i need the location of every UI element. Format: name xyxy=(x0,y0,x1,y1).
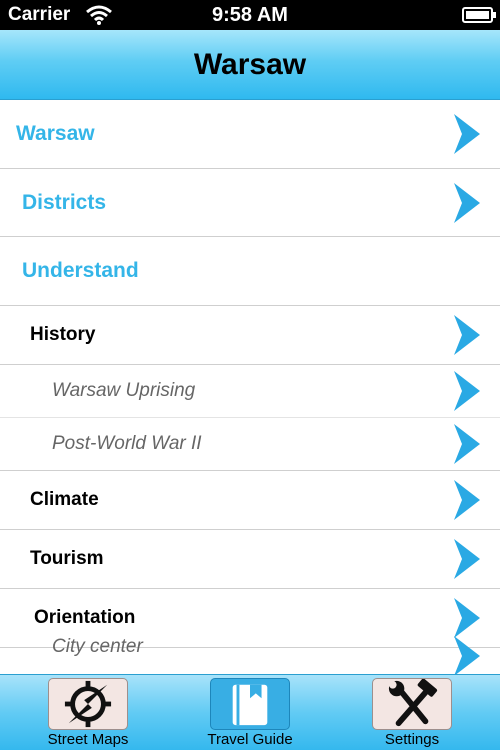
tab-label: Travel Guide xyxy=(207,731,293,748)
chevron-right-icon xyxy=(454,371,480,411)
tab-street-maps[interactable]: Street Maps xyxy=(8,675,168,750)
list-item-label: History xyxy=(30,324,96,345)
book-icon xyxy=(232,684,268,726)
status-time: 9:58 AM xyxy=(212,4,288,26)
list-item-tourism[interactable]: Tourism xyxy=(0,530,500,589)
chevron-right-icon xyxy=(454,480,480,520)
list-item-warsaw-uprising[interactable]: Warsaw Uprising xyxy=(0,365,500,418)
chevron-right-icon xyxy=(454,182,480,223)
list-item-label: Districts xyxy=(22,190,107,214)
list-item-label: Warsaw Uprising xyxy=(52,380,196,401)
tab-icon-box xyxy=(48,678,128,730)
list-item-history[interactable]: History xyxy=(0,306,500,365)
chevron-right-icon xyxy=(454,315,480,355)
tab-label: Street Maps xyxy=(47,731,129,748)
chevron-right-icon xyxy=(454,636,480,674)
list-item-label: City center xyxy=(52,636,143,657)
list-item-label: Understand xyxy=(22,259,139,282)
list-item-post-world-war-ii[interactable]: Post-World War II xyxy=(0,418,500,471)
chevron-right-icon xyxy=(454,539,480,579)
list-item-understand[interactable]: Understand xyxy=(0,237,500,306)
list-item-label: Post-World War II xyxy=(52,433,202,454)
list-item-label: Orientation xyxy=(34,607,136,628)
list-item-climate[interactable]: Climate xyxy=(0,471,500,530)
tools-icon xyxy=(388,678,438,727)
list-item-districts[interactable]: Districts xyxy=(0,169,500,237)
list-item-label: Climate xyxy=(30,489,99,510)
tab-icon-box xyxy=(210,678,290,730)
tab-label: Settings xyxy=(384,731,440,748)
tab-bar: Street Maps Travel Guide Settings xyxy=(0,674,500,750)
tab-travel-guide[interactable]: Travel Guide xyxy=(170,675,330,750)
chevron-right-icon xyxy=(454,598,480,638)
chevron-right-icon xyxy=(454,114,480,154)
list-item-label: Warsaw xyxy=(16,122,95,145)
page-title: Warsaw xyxy=(193,48,307,81)
chevron-right-icon xyxy=(454,424,480,464)
status-bar: Carrier 9:58 AM xyxy=(0,0,500,30)
list-item-label: Tourism xyxy=(30,548,104,569)
tab-icon-box xyxy=(372,678,452,730)
guide-list[interactable]: Warsaw Districts Understand History Wars… xyxy=(0,100,500,674)
list-item-city-center[interactable]: City center xyxy=(0,636,500,674)
battery-icon xyxy=(462,7,496,23)
list-item-warsaw[interactable]: Warsaw xyxy=(0,100,500,169)
navigation-bar: Warsaw xyxy=(0,30,500,100)
compass-icon xyxy=(64,680,112,728)
tab-settings[interactable]: Settings xyxy=(332,675,492,750)
